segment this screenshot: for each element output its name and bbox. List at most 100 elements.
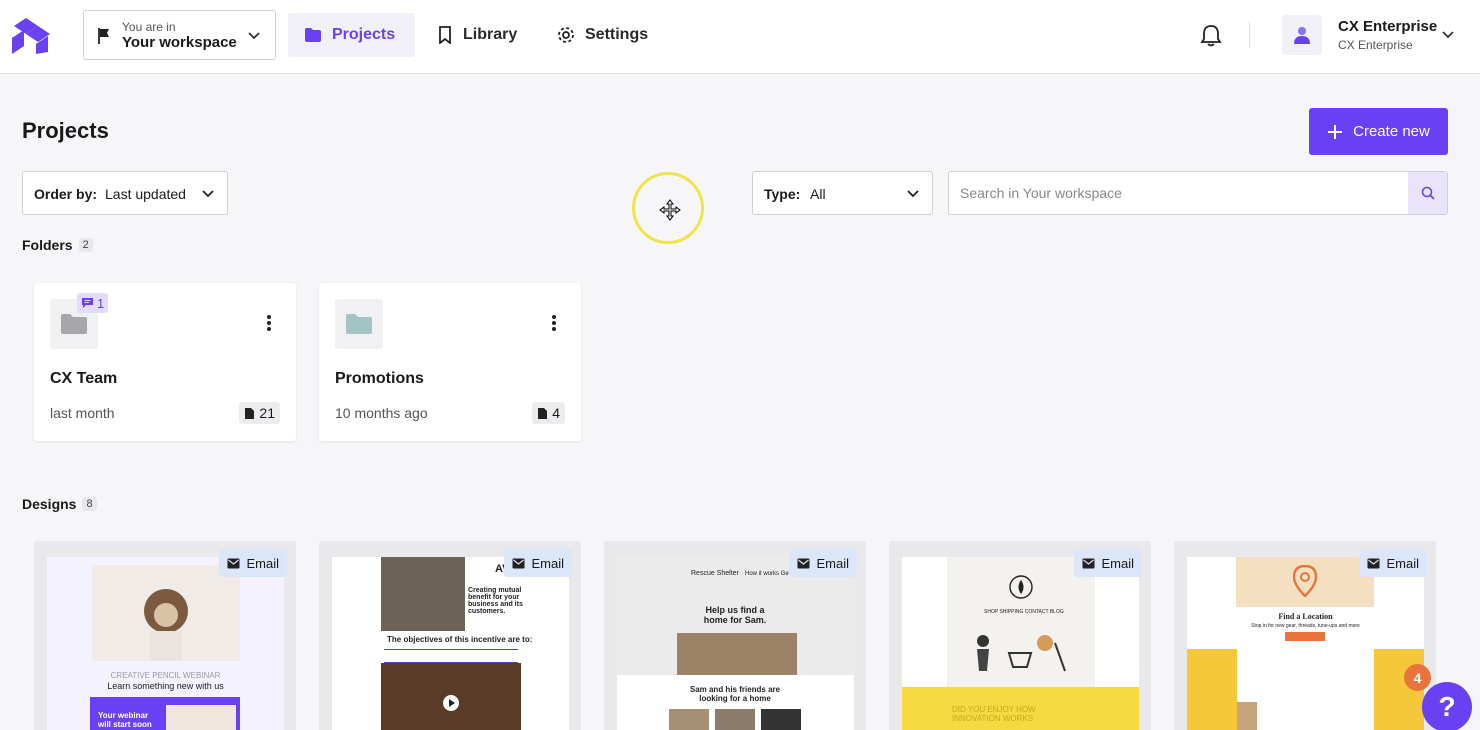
brand-logo-icon[interactable] — [10, 16, 52, 54]
location-pin-icon — [1293, 565, 1317, 597]
design-tagline: Creating mutual benefit for your busines… — [468, 587, 523, 615]
kebab-menu-icon[interactable] — [551, 314, 557, 332]
nav-settings[interactable]: Settings — [557, 13, 648, 57]
design-thumbnail: CREATIVE PENCIL WEBINAR Learn something … — [47, 557, 284, 730]
email-type-tag: Email — [1359, 549, 1427, 577]
folder-name: CX Team — [50, 370, 118, 387]
file-icon — [538, 407, 548, 419]
banner-text: DID YOU ENJOY HOW INNOVATION WORKS — [952, 705, 1036, 723]
email-type-tag: Email — [789, 549, 857, 577]
nav-projects[interactable]: Projects — [288, 13, 415, 57]
workspace-name: Your workspace — [122, 34, 237, 51]
nav-settings-label: Settings — [585, 26, 649, 43]
flag-icon — [98, 28, 109, 44]
cursor-highlight — [632, 172, 704, 244]
design-thumbnail: AVC Creating mutual benefit for your bus… — [332, 557, 569, 730]
folder-card[interactable]: Promotions 10 months ago 4 — [319, 283, 581, 441]
folders-count: 2 — [78, 238, 93, 252]
designs-count: 8 — [82, 497, 97, 511]
design-card[interactable]: Find a Location Stop in for new gear, th… — [1174, 541, 1436, 730]
page-title: Projects — [22, 118, 109, 143]
pet-photo — [761, 709, 801, 730]
play-icon — [443, 695, 459, 711]
cta-button-preview — [1285, 632, 1325, 641]
folder-updated: 10 months ago — [335, 405, 428, 421]
file-count-badge: 4 — [532, 402, 565, 424]
designs-section-title: Designs 8 — [22, 496, 97, 512]
type-filter-value: All — [810, 186, 826, 202]
file-count: 21 — [259, 405, 275, 421]
email-type-tag: Email — [504, 549, 572, 577]
design-nav: SHOP SHIPPING CONTACT BLOG — [984, 609, 1064, 615]
design-card[interactable]: CREATIVE PENCIL WEBINAR Learn something … — [34, 541, 296, 730]
chevron-down-icon — [202, 190, 214, 198]
notification-badge[interactable]: 4 — [1404, 664, 1431, 691]
email-tag-label: Email — [1386, 555, 1419, 571]
help-button[interactable]: ? — [1422, 682, 1472, 730]
email-tag-label: Email — [531, 555, 564, 571]
search-button[interactable] — [1408, 172, 1447, 214]
design-card[interactable]: AVC Creating mutual benefit for your bus… — [319, 541, 581, 730]
email-icon — [1367, 558, 1380, 568]
comment-count: 1 — [97, 295, 105, 311]
email-type-tag: Email — [219, 549, 287, 577]
search-icon — [1421, 186, 1435, 200]
dog-image-icon — [144, 589, 188, 661]
brand-name: Rescue Shelter — [691, 570, 739, 577]
help-label: ? — [1438, 691, 1456, 722]
kebab-menu-icon[interactable] — [266, 314, 272, 332]
user-icon — [1294, 27, 1310, 44]
folder-icon — [305, 28, 321, 42]
bookmark-icon — [439, 26, 451, 44]
header-divider — [1249, 22, 1250, 48]
workspace-selector[interactable]: You are in Your workspace — [83, 10, 276, 60]
nav-library[interactable]: Library — [437, 13, 517, 57]
design-thumbnail: SHOP SHIPPING CONTACT BLOG DID YOU ENJOY… — [902, 557, 1139, 730]
avatar[interactable] — [1282, 15, 1322, 55]
yellow-banner: DID YOU ENJOY HOW INNOVATION WORKS — [902, 687, 1139, 730]
search-input[interactable] — [949, 172, 1409, 214]
nav-library-label: Library — [463, 26, 518, 43]
folder-thumbnail — [335, 299, 383, 349]
create-new-button[interactable]: Create new — [1309, 108, 1448, 155]
email-icon — [227, 558, 240, 568]
map-area — [1236, 557, 1374, 607]
account-subtitle: CX Enterprise — [1338, 38, 1413, 52]
leaf-logo-icon — [1009, 575, 1033, 599]
pet-photo — [669, 709, 709, 730]
design-caption: CREATIVE PENCIL WEBINAR — [110, 671, 221, 680]
design-card[interactable]: Rescue Shelter How it works Get involved… — [604, 541, 866, 730]
account-name[interactable]: CX Enterprise — [1338, 18, 1437, 35]
file-icon — [245, 407, 255, 419]
chevron-down-icon[interactable] — [1441, 28, 1455, 42]
email-tag-label: Email — [1101, 555, 1134, 571]
shopping-illustration-icon — [977, 635, 1066, 672]
gear-icon — [558, 27, 574, 43]
email-icon — [512, 558, 525, 568]
email-icon — [797, 558, 810, 568]
design-heading: The objectives of this incentive are to: — [387, 635, 533, 644]
type-filter-label: Type: — [764, 186, 801, 202]
type-filter-select[interactable]: Type: All — [752, 171, 933, 215]
email-type-tag: Email — [1074, 549, 1142, 577]
folder-card[interactable]: 1 CX Team last month 21 — [34, 283, 296, 441]
design-heading: Find a Location — [1278, 612, 1333, 621]
email-tag-label: Email — [246, 555, 279, 571]
move-cursor-icon — [659, 199, 681, 221]
dog-photo — [92, 565, 240, 661]
folder-name: Promotions — [335, 370, 424, 387]
order-by-select[interactable]: Order by: Last updated — [22, 171, 228, 215]
design-card[interactable]: SHOP SHIPPING CONTACT BLOG DID YOU ENJOY… — [889, 541, 1151, 730]
create-new-label: Create new — [1353, 123, 1430, 140]
link-lines — [384, 649, 518, 663]
order-by-label: Order by: — [34, 186, 98, 202]
folders-title: Folders — [22, 237, 73, 253]
email-tag-label: Email — [816, 555, 849, 571]
order-by-value: Last updated — [105, 186, 186, 202]
folder-icon — [346, 314, 372, 334]
banner-text: Your webinar will start soon — [98, 711, 152, 729]
comment-icon — [82, 298, 93, 308]
bell-icon[interactable] — [1200, 23, 1222, 47]
folder-icon — [61, 314, 87, 334]
comment-badge: 1 — [77, 293, 109, 313]
